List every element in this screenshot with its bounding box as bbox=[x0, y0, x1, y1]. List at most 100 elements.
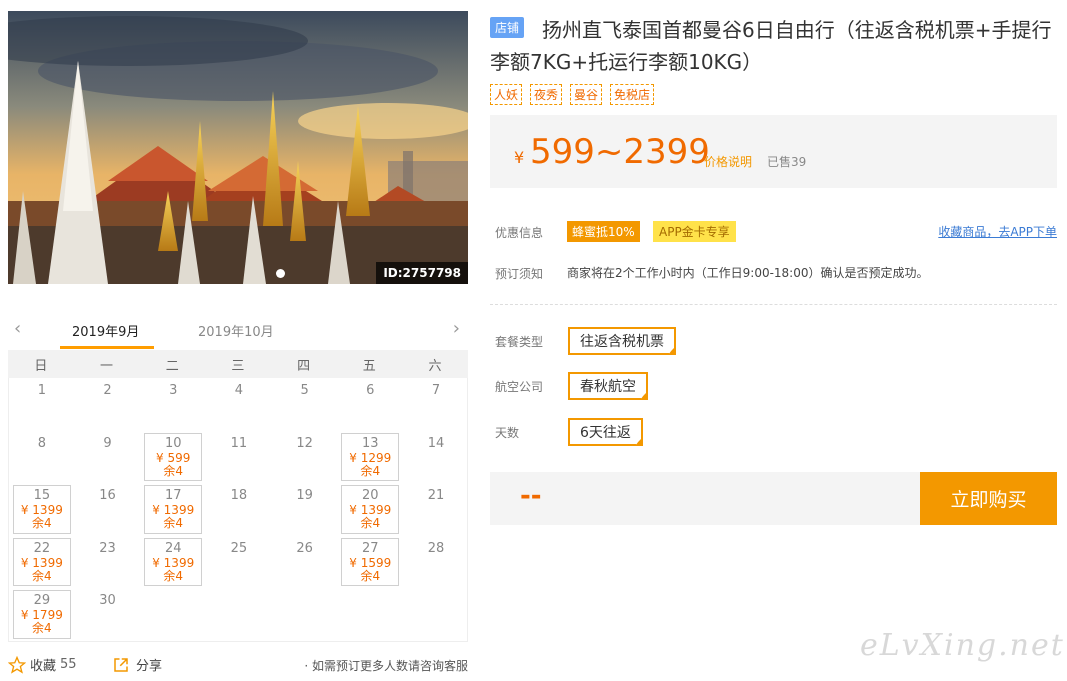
day-number: 14 bbox=[427, 435, 445, 451]
airline-option-selected[interactable]: 春秋航空 ✓ bbox=[568, 372, 648, 401]
calendar-day: 7 bbox=[403, 378, 469, 431]
weekday-label: 日 bbox=[34, 358, 48, 374]
weekday-label: 三 bbox=[231, 358, 245, 374]
calendar-day-available[interactable]: 13 ¥ 1299 余4 bbox=[341, 432, 400, 482]
promo-label: 优惠信息 bbox=[495, 226, 544, 240]
calendar-day: 14 bbox=[403, 431, 469, 484]
days-option-label: 6天往返 bbox=[580, 425, 631, 441]
day-number: 10 bbox=[164, 435, 182, 451]
day-number: 25 bbox=[230, 540, 248, 556]
day-number: 11 bbox=[230, 435, 248, 451]
day-price: ¥ 599 bbox=[156, 450, 191, 465]
product-photo[interactable]: ID:2757798 bbox=[8, 11, 468, 284]
calendar-day: 30 bbox=[75, 588, 141, 641]
calendar-day-available[interactable]: 10 ¥ 599 余4 bbox=[144, 432, 203, 482]
tag: 夜秀 bbox=[530, 84, 563, 105]
day-price: ¥ 1299 bbox=[349, 450, 392, 465]
day-number: 3 bbox=[169, 383, 178, 398]
favorite-button[interactable]: 收藏 55 bbox=[8, 655, 77, 674]
calendar-day: 3 bbox=[140, 378, 206, 431]
temple-photo bbox=[8, 11, 468, 284]
calendar-day: 2 bbox=[75, 378, 141, 431]
calendar-day: 16 bbox=[75, 483, 141, 536]
price-calendar: ‹ 2019年9月 2019年10月 › 日 一 二 三 四 五 六 12345… bbox=[8, 310, 468, 642]
calendar-day: 12 bbox=[272, 431, 338, 484]
day-number: 15 bbox=[33, 488, 51, 504]
currency-symbol: ¥ bbox=[514, 148, 525, 167]
calendar-day: 28 bbox=[403, 536, 469, 589]
tab-month-oct[interactable]: 2019年10月 bbox=[198, 321, 274, 340]
day-number: 24 bbox=[164, 540, 182, 556]
sold-count: 已售39 bbox=[767, 155, 807, 169]
day-stock: 余4 bbox=[32, 568, 52, 583]
bottom-actions: 收藏 55 分享 · 如需预订更多人数请咨询客服 bbox=[8, 655, 468, 677]
favorite-app-link[interactable]: 收藏商品，去APP下单 bbox=[938, 223, 1057, 240]
day-number: 4 bbox=[234, 383, 244, 398]
notice-text: 商家将在2个工作小时内（工作日9:00-18:00）确认是否预定成功。 bbox=[567, 266, 929, 280]
day-number: 7 bbox=[431, 383, 441, 398]
check-icon: ✓ bbox=[667, 347, 674, 356]
day-number: 18 bbox=[230, 488, 248, 504]
day-price: ¥ 1399 bbox=[20, 555, 63, 570]
promo-badge-honey: 蜂蜜抵10% bbox=[567, 221, 640, 242]
calendar-day-available[interactable]: 27 ¥ 1599 余4 bbox=[341, 537, 400, 587]
calendar-day-available[interactable]: 29 ¥ 1799 余4 bbox=[13, 590, 71, 639]
carousel-dot[interactable] bbox=[276, 269, 285, 278]
calendar-day-available[interactable]: 22 ¥ 1399 余4 bbox=[13, 537, 71, 587]
day-number: 5 bbox=[300, 383, 309, 398]
check-icon: ✓ bbox=[639, 392, 646, 401]
promo-badge-app-gold: APP金卡专享 bbox=[653, 221, 736, 242]
group-booking-hint: · 如需预订更多人数请咨询客服 bbox=[304, 659, 468, 673]
tab-month-sep[interactable]: 2019年9月 bbox=[72, 321, 139, 340]
photo-id-badge: ID:2757798 bbox=[376, 262, 468, 284]
weekday-label: 二 bbox=[165, 358, 179, 374]
share-button[interactable]: 分享 bbox=[112, 655, 162, 674]
day-number: 1 bbox=[37, 383, 46, 398]
day-number: 30 bbox=[99, 593, 116, 609]
active-month-underline bbox=[60, 346, 154, 349]
calendar-day-available[interactable]: 20 ¥ 1399 余4 bbox=[341, 485, 400, 534]
calendar-day: 19 bbox=[272, 483, 338, 536]
calendar-header: ‹ 2019年9月 2019年10月 › bbox=[8, 310, 468, 350]
day-number: 9 bbox=[103, 435, 112, 451]
watermark-logo: eLvXing.net bbox=[860, 628, 1065, 663]
calendar-day: 5 bbox=[272, 378, 338, 431]
price-explain-link[interactable]: 价格说明 bbox=[704, 153, 752, 170]
tag: 免税店 bbox=[610, 84, 655, 105]
day-number: 28 bbox=[427, 540, 445, 556]
share-label: 分享 bbox=[136, 659, 163, 674]
calendar-day: 26 bbox=[272, 536, 338, 589]
day-stock: 余4 bbox=[360, 568, 381, 583]
calendar-day: 21 bbox=[403, 483, 469, 536]
day-number: 27 bbox=[362, 540, 379, 556]
calendar-day: 23 bbox=[75, 536, 141, 589]
calendar-day: 8 bbox=[9, 431, 75, 484]
day-number: 16 bbox=[99, 488, 116, 504]
weekday-header: 日 一 二 三 四 五 六 bbox=[8, 350, 468, 378]
calendar-day-available[interactable]: 17 ¥ 1399 余4 bbox=[144, 485, 203, 534]
price-range: 599~2399 bbox=[530, 132, 710, 172]
buy-now-button[interactable]: 立即购买 bbox=[920, 472, 1057, 525]
day-number: 2 bbox=[103, 383, 112, 398]
day-price: ¥ 1599 bbox=[349, 555, 392, 570]
next-month-icon[interactable]: › bbox=[453, 318, 460, 339]
weekday-label: 四 bbox=[297, 358, 311, 374]
tag: 曼谷 bbox=[570, 84, 603, 105]
price-box: ¥ 599~2399 价格说明 已售39 bbox=[490, 115, 1057, 188]
day-stock: 余4 bbox=[163, 516, 184, 531]
day-price: ¥ 1399 bbox=[152, 555, 195, 570]
star-icon bbox=[8, 655, 26, 674]
shop-badge[interactable]: 店铺 bbox=[490, 17, 525, 38]
package-option-label: 往返含税机票 bbox=[580, 334, 664, 350]
weekday-label: 一 bbox=[100, 358, 114, 374]
package-option-selected[interactable]: 往返含税机票 ✓ bbox=[568, 327, 676, 356]
day-number: 21 bbox=[427, 488, 445, 504]
days-option-selected[interactable]: 6天往返 ✓ bbox=[568, 418, 643, 447]
calendar-day: 4 bbox=[206, 378, 272, 431]
favorite-label: 收藏 bbox=[30, 659, 57, 674]
prev-month-icon[interactable]: ‹ bbox=[14, 318, 21, 339]
calendar-day-available[interactable]: 24 ¥ 1399 余4 bbox=[144, 537, 203, 587]
calendar-grid: 1 2 3 4 5 6 7 8 9 10 ¥ 599 余4 11 12 13 ¥ 1299 余4 14 15 ¥ 13… bbox=[8, 378, 468, 642]
airline-label: 航空公司 bbox=[495, 380, 544, 394]
calendar-day-available[interactable]: 15 ¥ 1399 余4 bbox=[13, 485, 71, 534]
